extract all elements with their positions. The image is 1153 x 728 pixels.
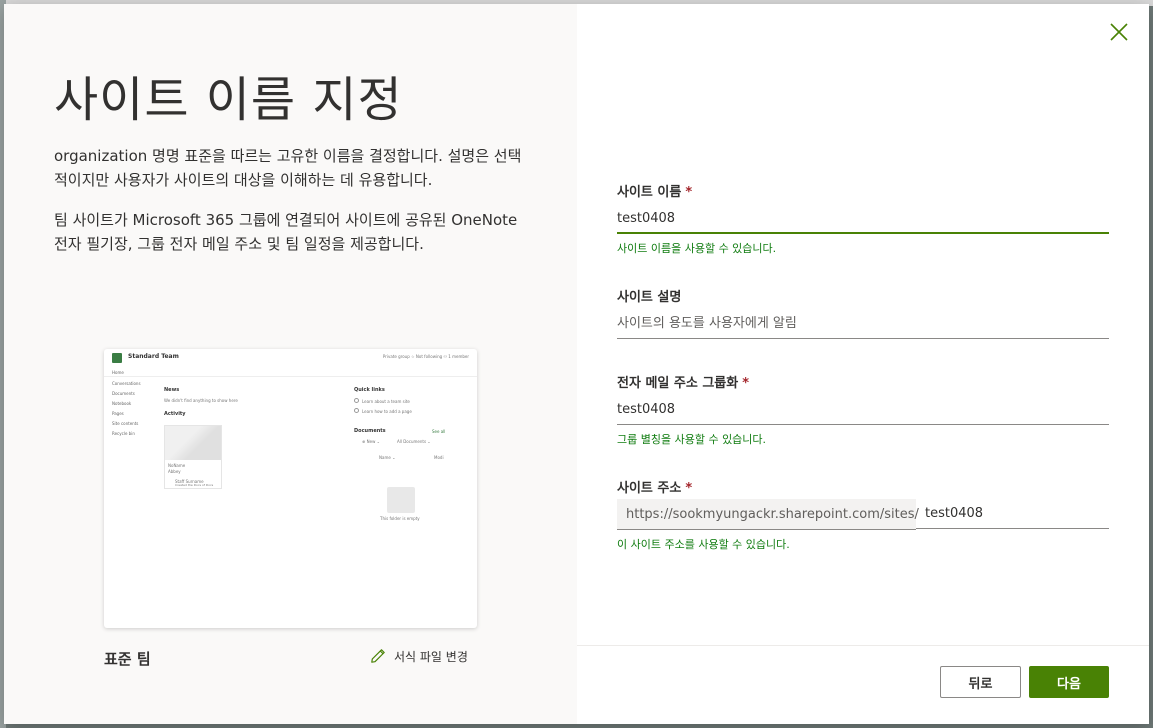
site-name-label-text: 사이트 이름: [617, 185, 682, 200]
group-email-hint: 그룹 별칭을 사용할 수 있습니다.: [617, 433, 767, 446]
globe-icon: [354, 408, 359, 413]
dialog-title: 사이트 이름 지정: [54, 72, 403, 128]
preview-nav-item: Home: [112, 370, 124, 375]
back-button[interactable]: 뒤로: [940, 666, 1021, 698]
site-name-label: 사이트 이름 *: [617, 181, 692, 200]
change-template-button[interactable]: 서식 파일 변경: [370, 646, 468, 666]
site-address-input[interactable]: [916, 499, 1109, 529]
site-description-label: 사이트 설명: [617, 290, 682, 305]
group-email-label-text: 전자 메일 주소 그룹화: [617, 376, 739, 391]
pencil-icon: [371, 649, 385, 663]
required-mark: *: [685, 185, 693, 200]
preview-card-person-sub: Created the Docs of Docs: [175, 483, 214, 487]
required-mark: *: [742, 376, 750, 391]
preview-header-info: Private group ☆ Not following ⚇ 1 member: [382, 354, 469, 359]
empty-folder-icon: [387, 487, 415, 513]
template-name: 표준 팀: [104, 650, 151, 668]
preview-quick-link: Learn about a team site: [362, 399, 410, 404]
preview-card-sub: Abbey: [168, 469, 181, 474]
preview-see-all: See all: [432, 429, 446, 434]
description-naming: organization 명명 표준을 따르는 고유한 이름을 결정합니다. 설…: [54, 147, 522, 189]
preview-empty-text: This folder is empty: [380, 516, 420, 521]
preview-activity-heading: Activity: [164, 411, 186, 417]
close-button[interactable]: [1107, 20, 1131, 44]
site-address-hint: 이 사이트 주소를 사용할 수 있습니다.: [617, 538, 790, 551]
preview-doc-new: ⊕ New ⌄: [362, 439, 380, 444]
group-email-label: 전자 메일 주소 그룹화 *: [617, 372, 749, 391]
site-address-prefix: https://sookmyungackr.sharepoint.com/sit…: [617, 499, 919, 529]
preview-card-title: NoName: [168, 463, 186, 468]
preview-nav-item: Pages: [112, 411, 124, 416]
site-name-input[interactable]: [617, 204, 1109, 234]
preview-doc-all: All Documents ⌄: [397, 439, 431, 444]
preview-quick-link: Learn how to add a page: [362, 409, 412, 414]
preview-nav-item: Site contents: [112, 421, 139, 426]
site-logo-icon: [112, 353, 122, 363]
preview-site-title: Standard Team: [128, 353, 179, 360]
site-address-prefix-underline: [617, 529, 916, 530]
preview-card-image: [165, 426, 221, 460]
next-button[interactable]: 다음: [1029, 666, 1109, 698]
close-icon: [1110, 23, 1128, 41]
required-mark: *: [685, 481, 693, 496]
preview-activity-card: NoName Abbey Staff Surname Created the D…: [164, 425, 222, 489]
preview-documents-heading: Documents: [354, 428, 386, 434]
preview-news-heading: News: [164, 387, 180, 393]
preview-nav-item: Conversations: [112, 381, 141, 386]
form-pane: 사이트 이름* 사이트 이름을 사용할 수 있습니다. 사이트 설명 전자 메일…: [577, 4, 1149, 724]
preview-col-modified: Modi: [434, 455, 444, 460]
site-address-label: 사이트 주소 *: [617, 477, 692, 496]
change-template-label: 서식 파일 변경: [394, 649, 468, 664]
preview-col-name: Name ⌄: [379, 455, 396, 460]
site-address-label-text: 사이트 주소: [617, 481, 682, 496]
preview-nav-item: Recycle bin: [112, 431, 135, 436]
create-site-dialog: 사이트 이름 지정 organization 명명 표준을 따르는 고유한 이름…: [4, 4, 1149, 724]
site-description-input[interactable]: [617, 309, 1109, 339]
footer-divider: [577, 645, 1149, 646]
preview-nav-item: Documents: [112, 391, 135, 396]
template-preview: Standard Team Private group ☆ Not follow…: [104, 349, 477, 628]
description-group: 팀 사이트가 Microsoft 365 그룹에 연결되어 사이트에 공유된 O…: [54, 211, 518, 253]
preview-command-bar: [104, 367, 477, 377]
preview-quick-links-heading: Quick links: [354, 387, 385, 393]
info-pane: 사이트 이름 지정 organization 명명 표준을 따르는 고유한 이름…: [4, 4, 577, 724]
group-email-input[interactable]: [617, 395, 1109, 425]
site-name-hint: 사이트 이름을 사용할 수 있습니다.: [617, 242, 777, 255]
preview-news-text: We didn't find anything to show here: [164, 398, 238, 403]
preview-nav-item: Notebook: [112, 401, 132, 406]
globe-icon: [354, 398, 359, 403]
